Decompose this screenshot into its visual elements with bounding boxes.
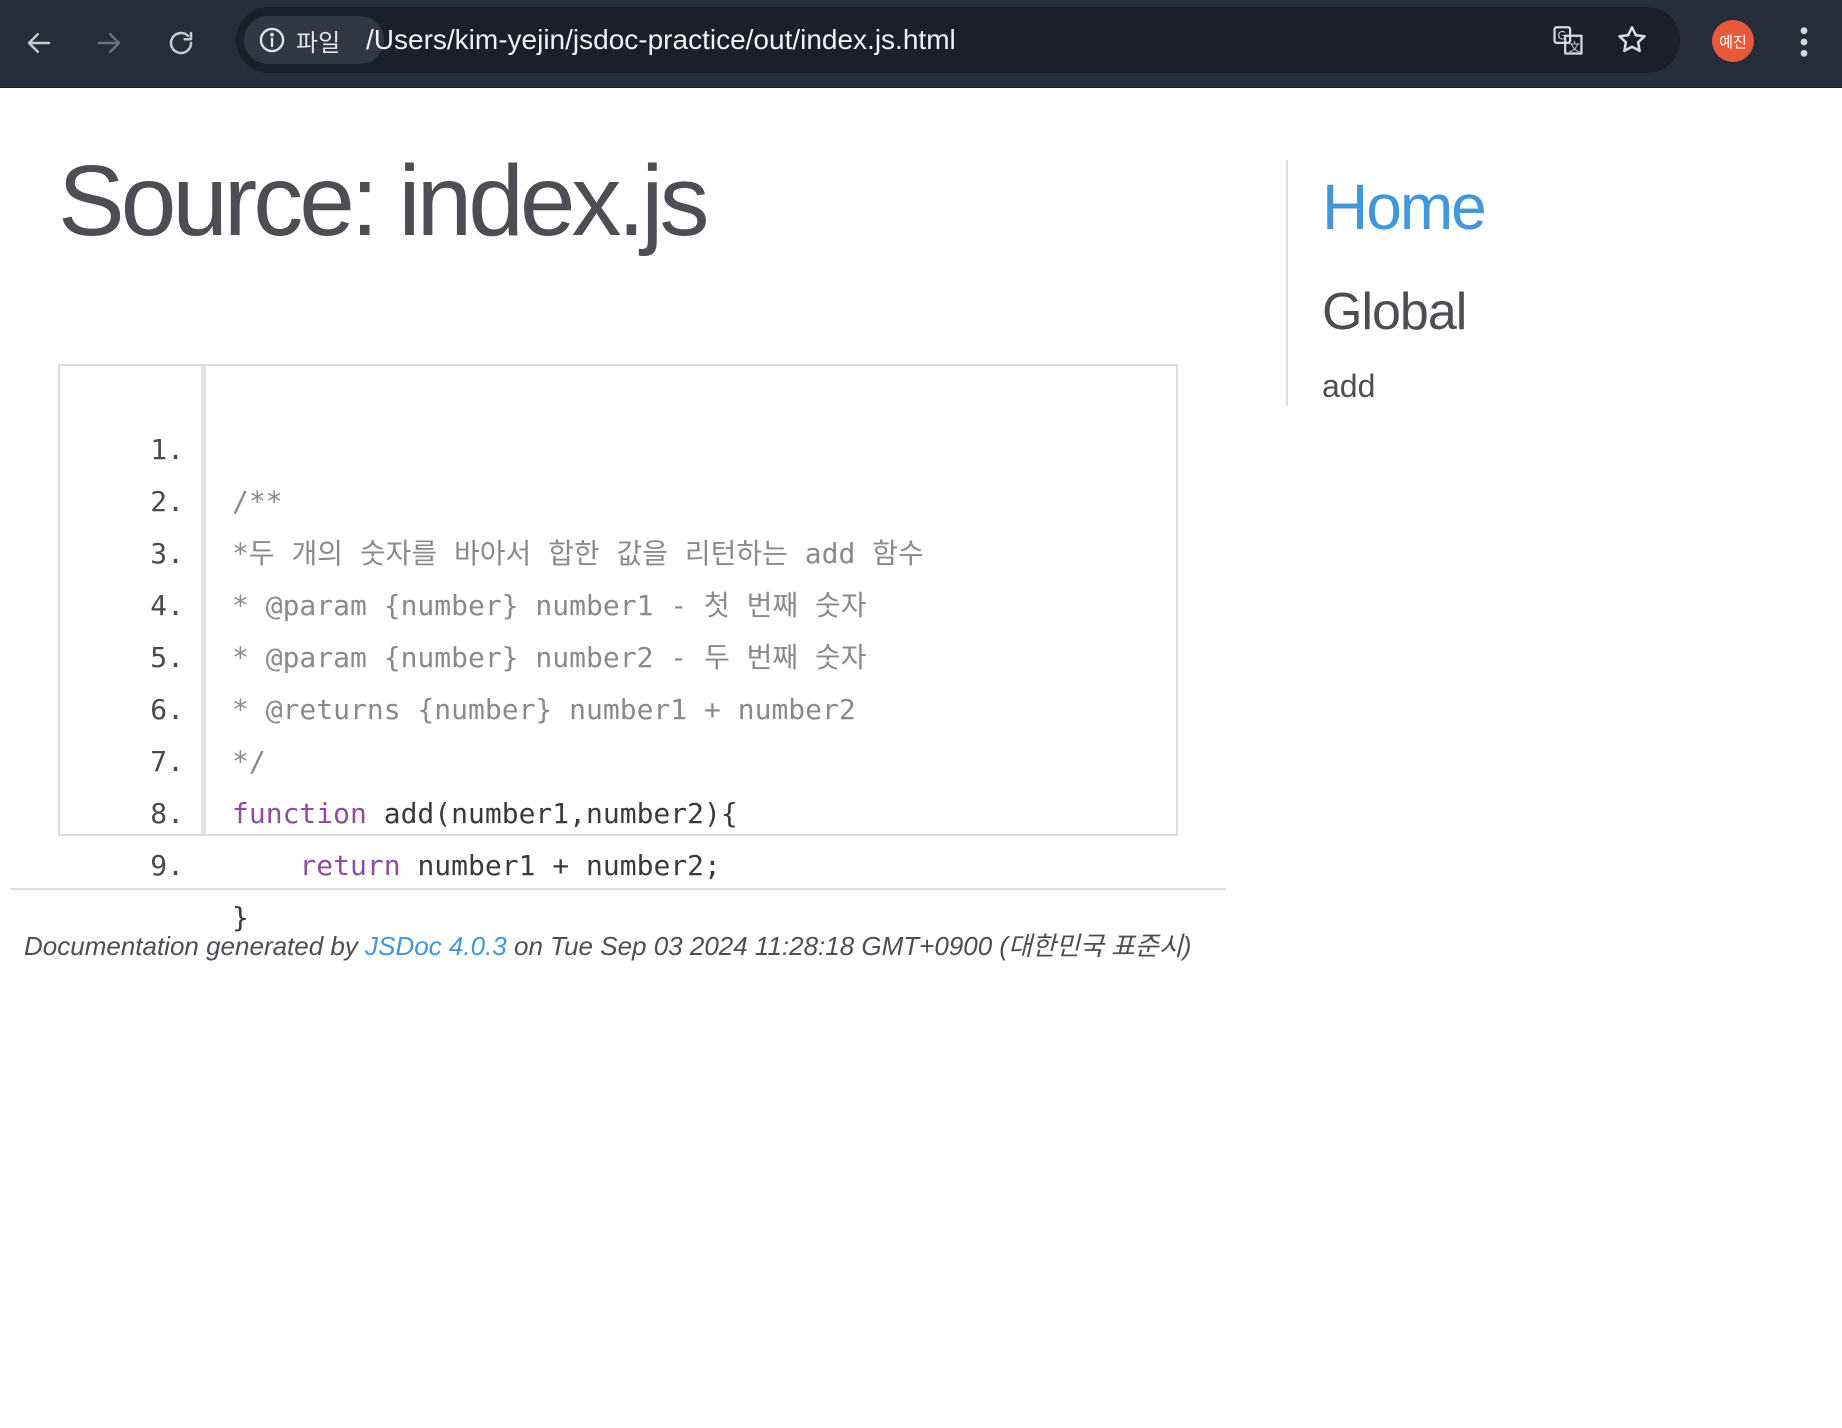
code-line: 3. * @param {number} number1 - 첫 번째 숫자 (60, 476, 1176, 622)
info-icon (259, 27, 285, 53)
code-line: 2. *두 개의 숫자를 바아서 합한 값을 리턴하는 add 함수 (60, 424, 1176, 570)
code-line: 7. function add(number1,number2){ (60, 684, 1176, 830)
profile-avatar[interactable]: 예진 (1712, 20, 1754, 62)
code-text: number1 + number2; (400, 849, 721, 882)
more-vertical-icon (1800, 27, 1808, 57)
page-title: Source: index.js (58, 145, 709, 257)
browser-menu-button[interactable] (1786, 20, 1822, 64)
footer-prefix: Documentation generated by (24, 931, 366, 961)
code-line: 8. return number1 + number2; (60, 736, 1176, 882)
code-keyword: return (299, 849, 401, 882)
page-footer: Documentation generated by JSDoc 4.0.3 o… (24, 926, 1191, 963)
source-code-block: 1. /** 2. *두 개의 숫자를 바아서 합한 값을 리턴하는 add 함… (58, 364, 1178, 934)
bookmark-button[interactable] (1612, 20, 1652, 60)
star-icon (1618, 25, 1646, 53)
svg-text:G: G (1558, 28, 1567, 42)
footer-divider (10, 888, 1226, 890)
footer-suffix: on Tue Sep 03 2024 11:28:18 GMT+0900 (대한… (506, 931, 1192, 961)
arrow-left-icon (27, 33, 51, 53)
arrow-right-icon (97, 33, 121, 53)
translate-icon: G 文 (1553, 26, 1583, 55)
site-info-chip[interactable]: 파일 (244, 16, 384, 64)
line-number: 9. (150, 849, 184, 882)
code-line: 1. /** (60, 372, 1176, 518)
svg-text:文: 文 (1569, 40, 1580, 54)
code-line: 9. } (60, 788, 1176, 934)
reload-icon (169, 31, 193, 55)
back-button[interactable] (12, 16, 66, 70)
code-line: 6. */ (60, 632, 1176, 778)
doc-nav-panel: Home Global add (1286, 160, 1806, 406)
code-statement: return number1 + number2; (232, 840, 721, 892)
code-line: 4. * @param {number} number2 - 두 번째 숫자 (60, 528, 1176, 674)
browser-toolbar: 파일 /Users/kim-yejin/jsdoc-practice/out/i… (0, 0, 1842, 88)
nav-section-heading: Global (1322, 283, 1467, 341)
translate-button[interactable]: G 文 (1548, 20, 1588, 60)
nav-home-link[interactable]: Home (1322, 170, 1487, 244)
url-text[interactable]: /Users/kim-yejin/jsdoc-practice/out/inde… (366, 7, 956, 73)
code-line: 5. * @returns {number} number1 + number2 (60, 580, 1176, 726)
nav-item-add[interactable]: add (1322, 368, 1375, 405)
address-bar[interactable]: 파일 /Users/kim-yejin/jsdoc-practice/out/i… (236, 7, 1680, 73)
jsdoc-link[interactable]: JSDoc 4.0.3 (365, 931, 507, 961)
site-chip-label: 파일 (296, 28, 341, 57)
forward-button[interactable] (82, 16, 136, 70)
code-lines: 1. /** 2. *두 개의 숫자를 바아서 합한 값을 리턴하는 add 함… (60, 372, 1176, 934)
reload-button[interactable] (154, 16, 208, 70)
